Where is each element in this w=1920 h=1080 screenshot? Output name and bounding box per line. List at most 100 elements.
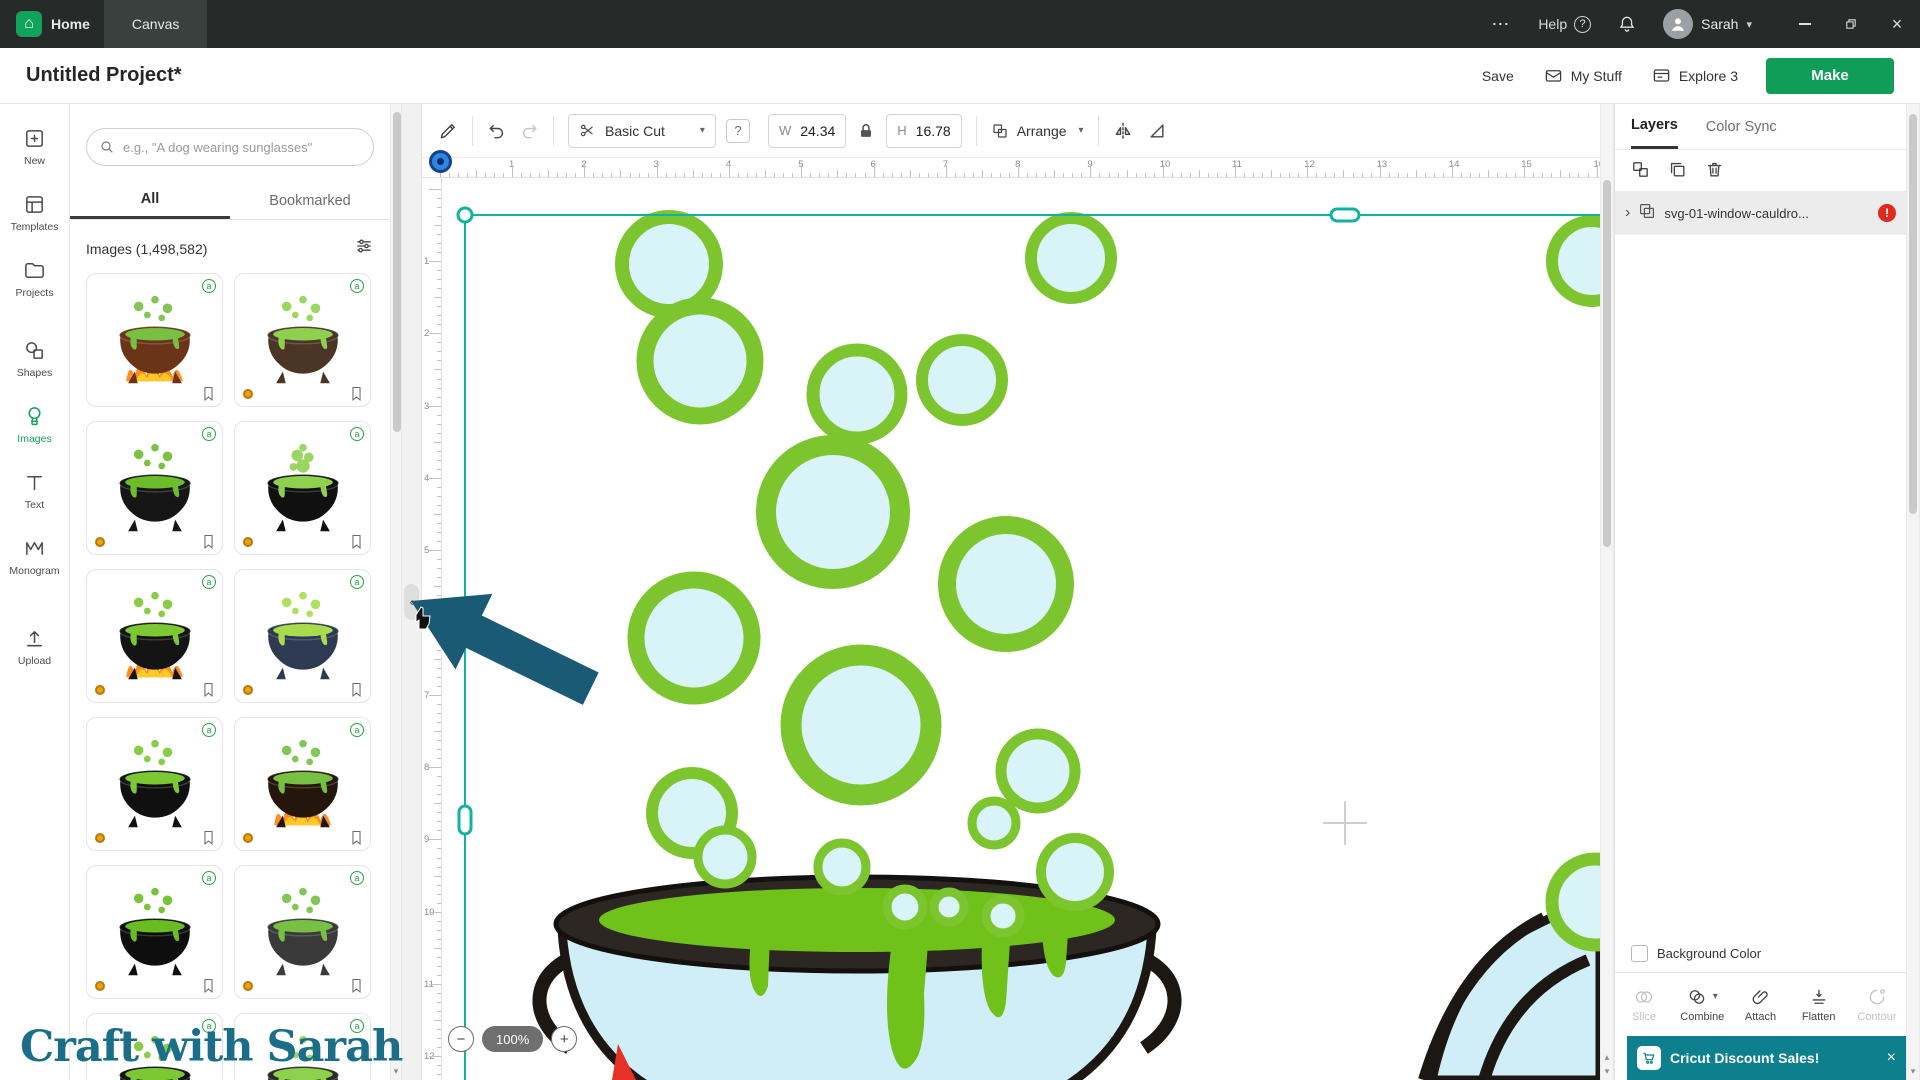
sidebar-item-new[interactable]: New (0, 114, 70, 180)
scroll-down-arrow[interactable]: ▾ (1907, 1064, 1919, 1078)
tab-bookmarked[interactable]: Bookmarked (230, 182, 390, 219)
chevron-right-icon[interactable]: › (1625, 204, 1630, 222)
bubble-shape[interactable] (934, 892, 964, 922)
bookmark-icon[interactable] (200, 533, 217, 550)
redo-button[interactable] (519, 121, 539, 141)
tab-canvas[interactable]: Canvas (104, 0, 207, 48)
layer-row[interactable]: › svg-01-window-cauldro... ! (1615, 191, 1906, 235)
selection-handle[interactable] (1331, 209, 1359, 221)
image-tile[interactable]: a (234, 717, 371, 851)
zoom-level[interactable]: 100% (482, 1026, 543, 1052)
bubble-shape[interactable] (986, 899, 1020, 933)
selection-handle[interactable] (458, 208, 472, 222)
sidebar-item-templates[interactable]: Templates (0, 180, 70, 246)
home-button[interactable]: ⌂ Home (16, 11, 90, 37)
bubble-shape[interactable] (636, 580, 752, 696)
image-tile[interactable]: a (234, 273, 371, 407)
image-tile[interactable]: a (86, 421, 223, 555)
bookmark-icon[interactable] (348, 385, 365, 402)
image-search[interactable] (86, 128, 374, 166)
help-button[interactable]: Help ? (1538, 16, 1591, 33)
bubble-shape[interactable] (1001, 734, 1075, 808)
bubble-shape[interactable] (698, 830, 752, 884)
bubble-shape[interactable] (818, 843, 866, 891)
explore-button[interactable]: Explore 3 (1652, 66, 1738, 85)
bookmark-icon[interactable] (348, 977, 365, 994)
bubble-shape[interactable] (1552, 221, 1600, 301)
bubble-shape[interactable] (947, 525, 1065, 643)
background-color-swatch[interactable] (1631, 945, 1648, 962)
bubble-shape[interactable] (1041, 838, 1109, 906)
height-field[interactable]: H 16.78 (886, 114, 961, 148)
bookmark-icon[interactable] (200, 977, 217, 994)
flatten-button[interactable]: Flatten (1790, 973, 1848, 1036)
sidebar-item-images[interactable]: Images (0, 392, 70, 458)
bookmark-icon[interactable] (348, 533, 365, 550)
aspect-lock-button[interactable] (856, 121, 876, 141)
bubble-shape[interactable] (1031, 218, 1111, 298)
arrange-menu[interactable]: Arrange ▾ (991, 122, 1084, 140)
sidebar-item-shapes[interactable]: Shapes (0, 326, 70, 392)
image-tile[interactable]: a (234, 421, 371, 555)
bookmark-icon[interactable] (348, 681, 365, 698)
image-tile[interactable]: a (86, 865, 223, 999)
notifications-button[interactable] (1617, 14, 1637, 34)
bubble-shape[interactable] (972, 801, 1016, 845)
scroll-down-arrow[interactable]: ▾ (1601, 1064, 1613, 1078)
bubble-shape[interactable] (622, 217, 716, 311)
ruler-origin-button[interactable] (429, 150, 452, 173)
images-panel-scrollbar[interactable]: ▾ (390, 104, 402, 1080)
promo-close-button[interactable]: × (1887, 1049, 1896, 1067)
save-button[interactable]: Save (1482, 68, 1514, 84)
filter-button[interactable] (354, 236, 374, 261)
flip-vertical-button[interactable] (1147, 121, 1167, 141)
canvas-scrollbar[interactable]: ▴ ▾ (1600, 104, 1614, 1080)
zoom-in-button[interactable]: + (551, 1026, 577, 1052)
linetype-help-button[interactable]: ? (726, 119, 750, 143)
zoom-out-button[interactable]: − (448, 1026, 474, 1052)
image-tile[interactable]: a (86, 273, 223, 407)
layer-error-badge[interactable]: ! (1878, 204, 1896, 222)
combine-button[interactable]: ▾ Combine (1673, 973, 1731, 1036)
window-scrollbar[interactable]: ▾ (1906, 104, 1920, 1080)
bookmark-icon[interactable] (200, 829, 217, 846)
promo-banner[interactable]: Cricut Discount Sales! × (1627, 1036, 1906, 1080)
image-tile[interactable]: a (234, 569, 371, 703)
slice-button[interactable]: Slice (1615, 973, 1673, 1036)
bookmark-icon[interactable] (200, 681, 217, 698)
duplicate-button[interactable] (1668, 160, 1687, 179)
background-color-row[interactable]: Background Color (1615, 934, 1906, 972)
selection-handle[interactable] (459, 806, 471, 834)
account-menu[interactable]: Sarah ▾ (1663, 9, 1752, 39)
flip-horizontal-button[interactable] (1113, 121, 1133, 141)
bubble-shape[interactable] (766, 445, 900, 579)
close-button[interactable]: × (1874, 0, 1920, 48)
bubble-shape[interactable] (791, 655, 931, 795)
sidebar-item-text[interactable]: Text (0, 458, 70, 524)
edit-tool-button[interactable] (438, 121, 458, 141)
bubble-shape[interactable] (813, 350, 901, 438)
contour-button[interactable]: Contour (1848, 973, 1906, 1036)
group-button[interactable] (1631, 160, 1650, 179)
sidebar-item-monogram[interactable]: Monogram (0, 524, 70, 590)
overflow-menu-icon[interactable]: ⋯ (1491, 14, 1510, 35)
tab-color-sync[interactable]: Color Sync (1706, 104, 1777, 149)
tab-all[interactable]: All (70, 182, 230, 219)
bubble-shape[interactable] (1552, 859, 1600, 945)
scroll-up-arrow[interactable]: ▴ (1601, 1050, 1613, 1064)
minimize-button[interactable] (1782, 0, 1828, 48)
width-field[interactable]: W 24.34 (768, 114, 846, 148)
my-stuff-button[interactable]: My Stuff (1544, 66, 1622, 85)
scroll-thumb[interactable] (393, 112, 401, 432)
image-tile[interactable]: a (86, 569, 223, 703)
image-tile[interactable]: a (86, 717, 223, 851)
bubble-shape[interactable] (922, 340, 1002, 420)
attach-button[interactable]: Attach (1731, 973, 1789, 1036)
undo-button[interactable] (487, 121, 507, 141)
bookmark-icon[interactable] (200, 385, 217, 402)
restore-button[interactable] (1828, 0, 1874, 48)
tab-layers[interactable]: Layers (1631, 104, 1678, 149)
sidebar-item-projects[interactable]: Projects (0, 246, 70, 312)
image-tile[interactable]: a (234, 865, 371, 999)
scroll-thumb[interactable] (1909, 114, 1917, 514)
